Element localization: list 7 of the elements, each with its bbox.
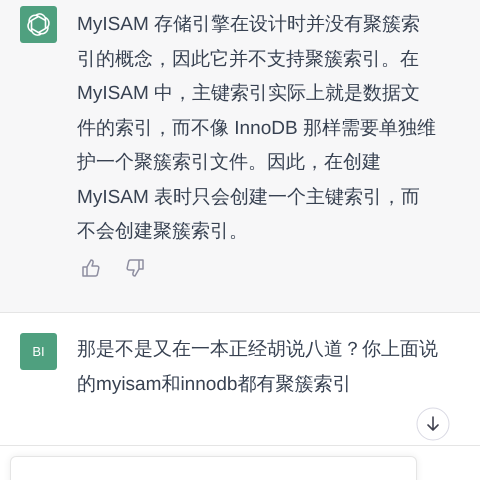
assistant-message-text: MyISAM 存储引擎在设计时并没有聚簇索引的概念，因此它并不支持聚簇索引。在 MyISAM 中，主键索引实际上就是数据文件的索引，而不像 InnoDB 那样需要单独维护一个聚簇索引文件。因此，在创建 MyISAM 表时只会创建一个主键索引，而不会创建聚簇索引。: [77, 13, 437, 244]
thumbs-up-icon[interactable]: [81, 258, 101, 278]
scroll-down-button[interactable]: [416, 407, 450, 441]
thumbs-down-icon[interactable]: [125, 258, 145, 278]
user-avatar: BI: [20, 333, 57, 370]
user-message-text: 那是不是又在一本正经胡说八道？你上面说的myisam和innodb都有聚簇索引: [77, 338, 439, 396]
bot-avatar-icon: [20, 6, 57, 43]
